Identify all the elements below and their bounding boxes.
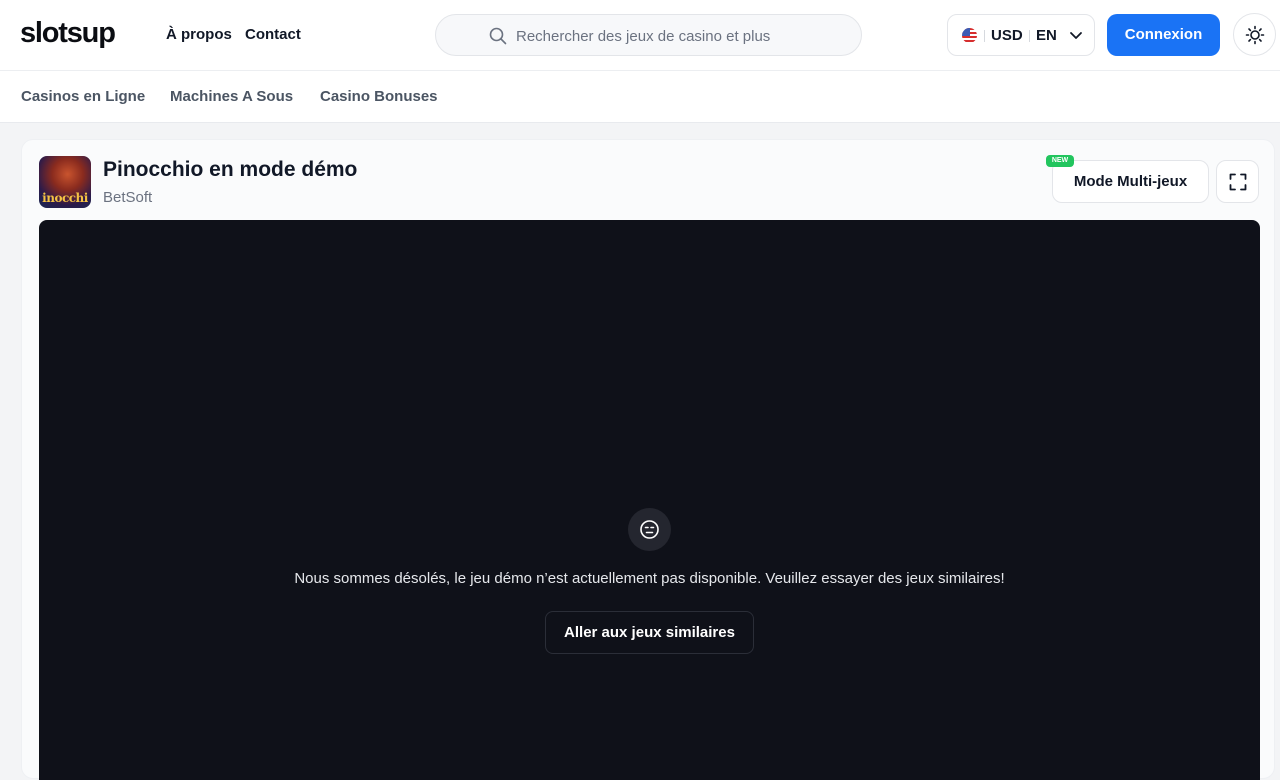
nav-casino-bonuses[interactable]: Casino Bonuses	[320, 88, 438, 105]
nav-slot-machines[interactable]: Machines A Sous	[170, 88, 293, 105]
search-bar[interactable]	[435, 14, 862, 56]
game-frame: Nous sommes désolés, le jeu démo n’est a…	[39, 220, 1260, 780]
nav-link-about[interactable]: À propos	[166, 26, 232, 43]
chevron-down-icon	[1070, 32, 1082, 39]
sad-face-container	[628, 508, 671, 551]
login-button[interactable]: Connexion	[1107, 14, 1220, 56]
similar-games-button[interactable]: Aller aux jeux similaires	[545, 611, 754, 654]
us-flag-icon	[962, 28, 977, 43]
site-logo[interactable]: slotsup	[20, 17, 116, 50]
top-navbar: slotsup À propos Contact USD EN Connexio…	[0, 0, 1280, 71]
category-nav: Casinos en Ligne Machines A Sous Casino …	[0, 71, 1280, 123]
game-card: inocchi Pinocchio en mode démo BetSoft M…	[21, 139, 1275, 780]
currency-label: USD	[991, 27, 1023, 44]
fullscreen-button[interactable]	[1216, 160, 1259, 203]
nav-online-casinos[interactable]: Casinos en Ligne	[21, 88, 145, 105]
game-provider[interactable]: BetSoft	[103, 189, 152, 206]
search-input[interactable]	[516, 25, 836, 47]
unavailable-message: Nous sommes désolés, le jeu démo n’est a…	[294, 570, 1005, 587]
new-badge: NEW	[1046, 155, 1074, 167]
search-icon	[489, 27, 507, 45]
game-title: Pinocchio en mode démo	[103, 158, 358, 181]
sun-icon	[1245, 25, 1265, 45]
theme-toggle-button[interactable]	[1233, 13, 1276, 56]
language-label: EN	[1036, 27, 1057, 44]
sad-face-icon	[640, 520, 659, 539]
divider	[984, 30, 985, 42]
divider	[1029, 30, 1030, 42]
currency-language-selector[interactable]: USD EN	[947, 14, 1095, 56]
thumbnail-logo-text: inocchi	[42, 191, 88, 205]
fullscreen-icon	[1229, 173, 1247, 191]
multi-game-mode-button[interactable]: Mode Multi-jeux	[1052, 160, 1209, 203]
game-thumbnail: inocchi	[39, 156, 91, 208]
nav-link-contact[interactable]: Contact	[245, 26, 301, 43]
